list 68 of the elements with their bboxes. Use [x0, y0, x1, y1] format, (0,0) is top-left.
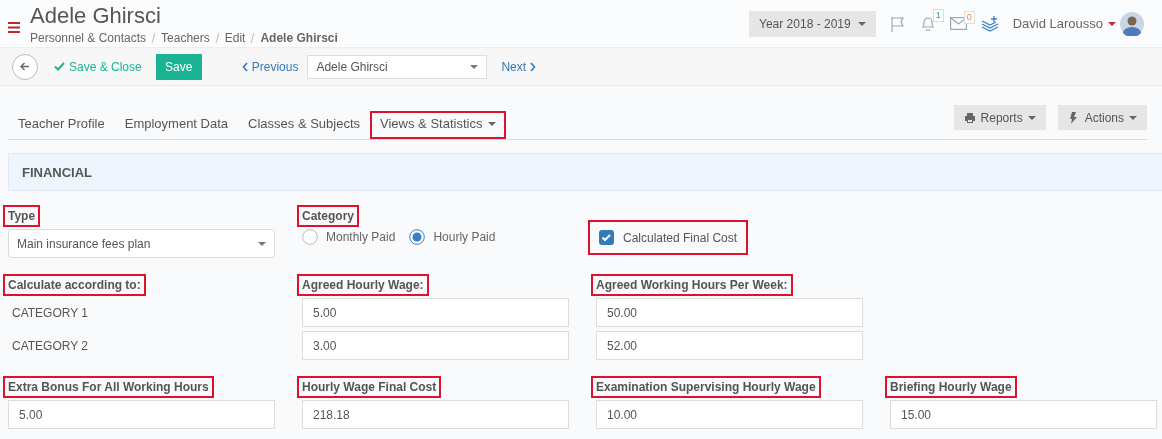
record-select[interactable]: Adele Ghirsci: [307, 54, 488, 79]
radio-option[interactable]: Hourly Paid: [409, 229, 496, 245]
breadcrumb-current: Adele Ghirsci: [260, 30, 338, 45]
caret-icon: [1129, 115, 1137, 120]
dropdown-button[interactable]: Actions: [1057, 105, 1147, 130]
input-field[interactable]: 5.00: [302, 298, 569, 327]
dropdown-button[interactable]: Reports: [953, 105, 1046, 130]
input-field[interactable]: 52.00: [596, 331, 863, 360]
tab[interactable]: Classes & Subjects: [238, 111, 371, 139]
field-label: Agreed Hourly Wage:: [297, 274, 429, 296]
tab[interactable]: Views & Statistics: [370, 111, 507, 139]
caret-icon: [1027, 115, 1036, 120]
check-icon: [54, 62, 65, 71]
field-label: Briefing Hourly Wage: [885, 376, 1017, 398]
breadcrumb-link[interactable]: Teachers: [161, 30, 210, 45]
page-title: Adele Ghirsci: [30, 2, 162, 29]
caret-icon: [488, 121, 497, 126]
chevron-left-icon: [241, 61, 248, 72]
field-label: Examination Supervising Hourly Wage: [591, 376, 821, 398]
caret-icon: [470, 64, 479, 69]
breadcrumb-separator-icon: [151, 32, 157, 43]
back-button[interactable]: [12, 53, 38, 80]
user-name[interactable]: David Larousso: [1012, 16, 1103, 31]
envelope-icon[interactable]: [949, 17, 967, 30]
input-field[interactable]: 15.00: [890, 400, 1157, 429]
menu-icon[interactable]: [8, 22, 20, 33]
checkbox[interactable]: [599, 230, 614, 245]
checkbox-option[interactable]: Calculated Final Cost: [588, 220, 749, 255]
caret-icon: [1108, 21, 1116, 26]
avatar-icon[interactable]: [1120, 11, 1144, 36]
next-link[interactable]: Next: [501, 59, 537, 74]
message-badge: 0: [963, 11, 975, 24]
input-field[interactable]: 10.00: [596, 400, 863, 429]
field-label: Agreed Working Hours Per Week:: [591, 274, 793, 296]
radio-button[interactable]: [302, 229, 318, 245]
printer-icon: [963, 111, 976, 124]
year-dropdown[interactable]: Year 2018 - 2019: [749, 10, 876, 37]
field-label: Hourly Wage Final Cost: [297, 376, 442, 398]
input-field[interactable]: 5.00: [8, 400, 275, 429]
input-field[interactable]: 3.00: [302, 331, 569, 360]
breadcrumb-separator-icon: [250, 32, 256, 43]
input-field[interactable]: 218.18: [302, 400, 569, 429]
bell-icon[interactable]: [919, 15, 936, 32]
notification-badge: 1: [932, 9, 944, 22]
breadcrumb-link[interactable]: Personnel & Contacts: [30, 30, 147, 45]
caret-icon: [857, 21, 866, 26]
previous-link[interactable]: Previous: [241, 59, 299, 74]
field-label: Extra Bonus For All Working Hours: [3, 376, 214, 398]
lightning-icon: [1067, 111, 1080, 124]
type-select[interactable]: Main insurance fees plan: [8, 229, 275, 258]
field-label: Calculate according to:: [3, 274, 146, 296]
section-header: FINANCIAL: [8, 153, 1162, 191]
breadcrumb-separator-icon: [214, 32, 220, 43]
tab[interactable]: Employment Data: [114, 111, 239, 139]
breadcrumb-link[interactable]: Edit: [224, 30, 246, 45]
flag-icon[interactable]: [889, 15, 906, 32]
tab[interactable]: Teacher Profile: [8, 111, 115, 139]
radio-button[interactable]: [409, 229, 426, 245]
field-label: Category: [297, 205, 359, 227]
layers-plus-icon[interactable]: [980, 15, 999, 32]
field-label: Type: [3, 205, 41, 227]
arrow-left-icon: [20, 62, 30, 71]
caret-icon: [258, 241, 266, 246]
category-name: CATEGORY 1: [12, 305, 89, 320]
chevron-right-icon: [530, 61, 537, 72]
radio-option[interactable]: Monthly Paid: [302, 229, 396, 245]
input-field[interactable]: 50.00: [596, 298, 863, 327]
category-name: CATEGORY 2: [12, 338, 89, 353]
